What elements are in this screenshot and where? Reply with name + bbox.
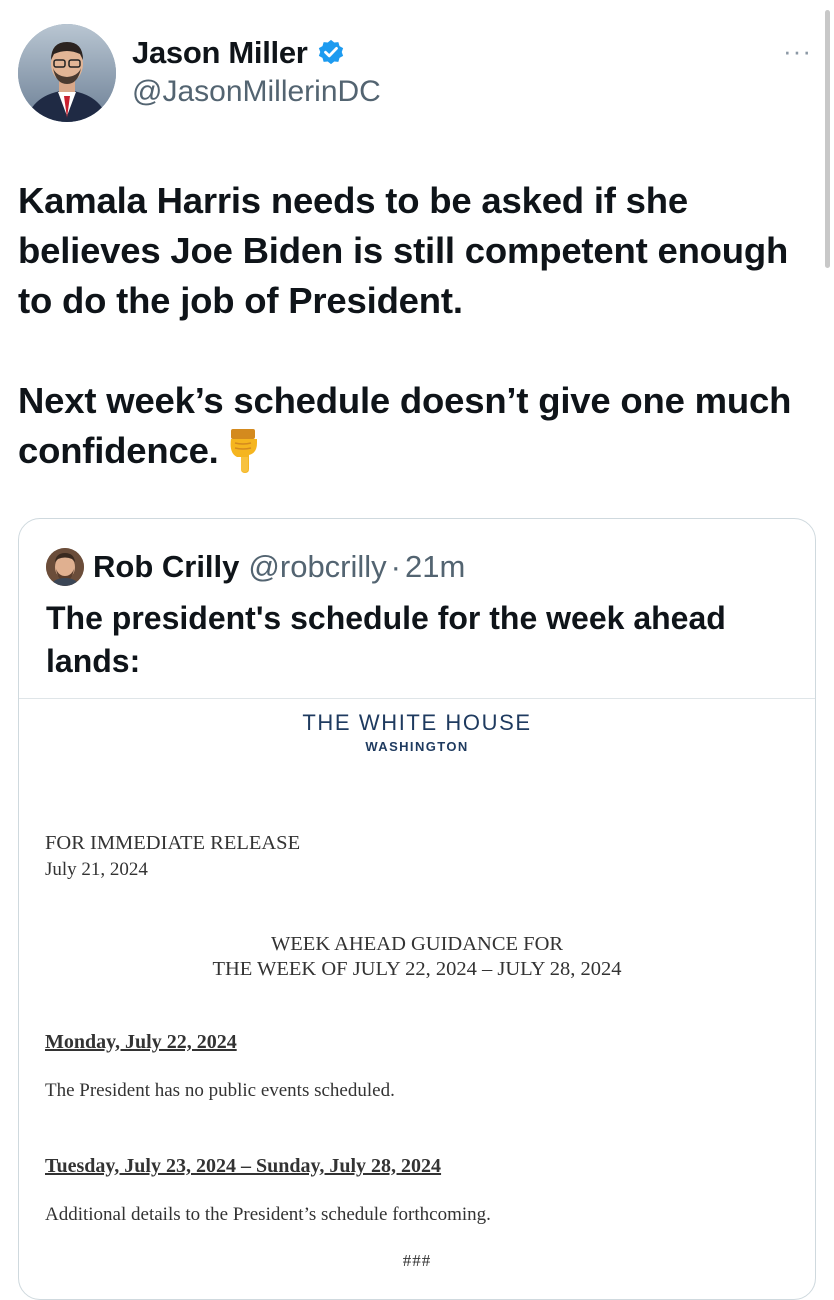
more-options-icon[interactable]: ··· — [783, 36, 812, 67]
tweet-header: Jason Miller @JasonMillerinDC — [18, 24, 381, 122]
end-mark: ### — [402, 1251, 432, 1270]
tweet-paragraph: Next week’s schedule doesn’t give one mu… — [18, 376, 818, 476]
author-handle[interactable]: @JasonMillerinDC — [132, 73, 381, 111]
release-date: July 21, 2024 — [45, 859, 148, 880]
day-text: Additional details to the President’s sc… — [45, 1204, 491, 1225]
quoted-timestamp[interactable]: 21m — [405, 547, 465, 587]
author-avatar[interactable] — [18, 24, 116, 122]
guidance-line: WEEK AHEAD GUIDANCE FOR — [270, 933, 564, 955]
tweet-paragraph-text: Next week’s schedule doesn’t give one mu… — [18, 380, 792, 471]
scrollbar[interactable] — [825, 10, 830, 268]
quoted-author-avatar[interactable] — [46, 548, 84, 586]
author-display-name[interactable]: Jason Miller — [132, 35, 308, 71]
day-heading: Tuesday, July 23, 2024 – Sunday, July 28… — [45, 1155, 442, 1177]
verified-badge-icon — [316, 38, 346, 68]
tweet-paragraph: Kamala Harris needs to be asked if she b… — [18, 180, 789, 321]
white-house-title: THE WHITE HOUSE — [302, 710, 532, 735]
release-label: FOR IMMEDIATE RELEASE — [45, 832, 301, 854]
quoted-text: The president's schedule for the week ah… — [46, 600, 726, 679]
guidance-heading: WEEK AHEAD GUIDANCE FOR THE WEEK OF JULY… — [19, 932, 815, 982]
separator-dot: · — [390, 549, 401, 584]
quoted-author-handle[interactable]: @robcrilly — [248, 547, 386, 587]
day-heading: Monday, July 22, 2024 — [45, 1031, 237, 1053]
white-house-subtitle: WASHINGTON — [365, 739, 469, 754]
pointing-down-emoji-icon — [225, 427, 263, 473]
day-text: The President has no public events sched… — [45, 1080, 395, 1101]
attached-document-image[interactable]: THE WHITE HOUSE WASHINGTON FOR IMMEDIATE… — [19, 698, 815, 1299]
tweet-body: Kamala Harris needs to be asked if she b… — [18, 176, 818, 476]
guidance-line: THE WEEK OF JULY 22, 2024 – JULY 28, 202… — [212, 958, 622, 980]
quoted-author-name[interactable]: Rob Crilly — [93, 547, 239, 587]
quoted-tweet[interactable]: Rob Crilly @robcrilly · 21m The presiden… — [18, 518, 816, 1300]
